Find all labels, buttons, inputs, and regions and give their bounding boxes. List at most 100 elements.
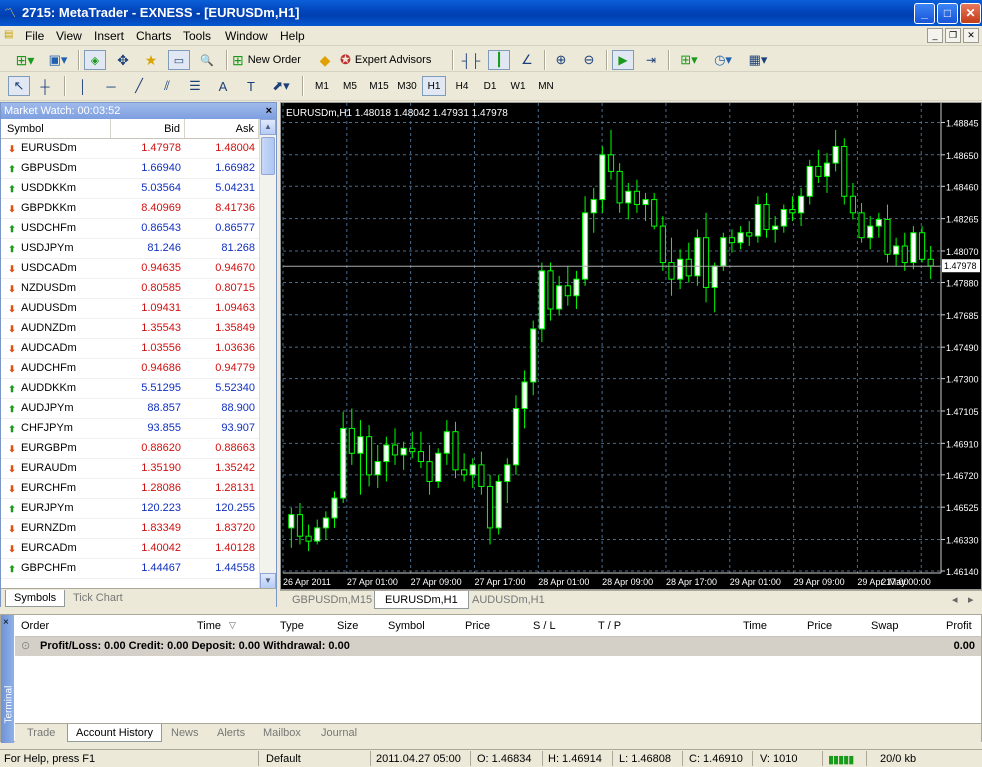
close-icon[interactable]: × xyxy=(266,103,272,119)
scroll-down-icon[interactable]: ▼ xyxy=(260,573,276,589)
menu-help[interactable]: Help xyxy=(280,29,305,43)
market-watch-row[interactable]: ⬆ USDJPYm 81.246 81.268 xyxy=(1,239,259,259)
market-watch-row[interactable]: ⬆ CHFJPYm 93.855 93.907 xyxy=(1,419,259,439)
col-time[interactable]: Time xyxy=(197,620,221,632)
menu-window[interactable]: Window xyxy=(225,29,268,43)
navigator-icon[interactable]: ✥ xyxy=(112,50,134,70)
col-tp[interactable]: T / P xyxy=(598,620,621,632)
chart-tab-gbpusdm-m15[interactable]: GBPUSDm,M15 xyxy=(282,591,382,609)
menu-view[interactable]: View xyxy=(56,29,82,43)
menu-charts[interactable]: Charts xyxy=(136,29,171,43)
scroll-up-icon[interactable]: ▲ xyxy=(260,119,276,135)
market-watch-row[interactable]: ⬇ EURGBPm 0.88620 0.88663 xyxy=(1,439,259,459)
crosshair-icon[interactable]: ┼ xyxy=(34,76,56,96)
tf-w1[interactable]: W1 xyxy=(506,76,530,96)
market-watch-row[interactable]: ⬆ USDCHFm 0.86543 0.86577 xyxy=(1,219,259,239)
col-order[interactable]: Order xyxy=(21,620,49,632)
zoom-out-icon[interactable]: ⊖ xyxy=(578,50,600,70)
tf-m5[interactable]: M5 xyxy=(338,76,362,96)
market-watch-row[interactable]: ⬇ GBPDKKm 8.40969 8.41736 xyxy=(1,199,259,219)
column-header-ask[interactable]: Ask xyxy=(185,119,259,138)
column-header-bid[interactable]: Bid xyxy=(111,119,185,138)
market-watch-row[interactable]: ⬆ AUDJPYm 88.857 88.900 xyxy=(1,399,259,419)
chart-window-icon[interactable]: ▤ xyxy=(4,29,18,43)
mdi-close-button[interactable]: ✕ xyxy=(963,28,979,43)
tab-alerts[interactable]: Alerts xyxy=(209,724,253,742)
tf-d1[interactable]: D1 xyxy=(478,76,502,96)
tab-account-history[interactable]: Account History xyxy=(67,724,163,742)
templates-icon[interactable]: ▦▾ xyxy=(742,50,774,70)
market-watch-row[interactable]: ⬇ AUDCHFm 0.94686 0.94779 xyxy=(1,359,259,379)
minimize-button[interactable]: _ xyxy=(914,3,935,24)
tf-mn[interactable]: MN xyxy=(534,76,558,96)
bar-chart-icon[interactable]: ┤├ xyxy=(460,50,482,70)
maximize-button[interactable]: □ xyxy=(937,3,958,24)
terminal-close-icon[interactable]: × xyxy=(3,617,9,628)
market-watch-row[interactable]: ⬇ EURNZDm 1.83349 1.83720 xyxy=(1,519,259,539)
market-watch-row[interactable]: ⬇ EURCHFm 1.28086 1.28131 xyxy=(1,479,259,499)
market-watch-row[interactable]: ⬇ NZDUSDm 0.80585 0.80715 xyxy=(1,279,259,299)
data-window-icon[interactable]: ★ xyxy=(140,50,162,70)
market-watch-row[interactable]: ⬇ AUDCADm 1.03556 1.03636 xyxy=(1,339,259,359)
menu-insert[interactable]: Insert xyxy=(94,29,124,43)
candlestick-icon[interactable]: ┃ xyxy=(488,50,510,70)
col-price[interactable]: Price xyxy=(465,620,490,632)
fibonacci-icon[interactable]: ☰ xyxy=(184,76,206,96)
autoscroll-icon[interactable]: ▶ xyxy=(612,50,634,70)
tf-m15[interactable]: M15 xyxy=(366,76,392,96)
market-watch-row[interactable]: ⬇ EURUSDm 1.47978 1.48004 xyxy=(1,139,259,159)
tab-news[interactable]: News xyxy=(163,724,207,742)
tab-scroll-left-icon[interactable]: ◂ xyxy=(952,593,958,606)
periods-icon[interactable]: ◷▾ xyxy=(708,50,738,70)
meta-editor-icon[interactable]: ◆ xyxy=(314,50,336,70)
col-symbol[interactable]: Symbol xyxy=(388,620,425,632)
terminal-icon[interactable]: ▭ xyxy=(168,50,190,70)
market-watch-icon[interactable]: ◈ xyxy=(84,50,106,70)
text-tool-icon[interactable]: A xyxy=(212,76,234,96)
tf-m30[interactable]: M30 xyxy=(394,76,420,96)
col-close-time[interactable]: Time xyxy=(743,620,767,632)
col-sl[interactable]: S / L xyxy=(533,620,556,632)
market-watch-row[interactable]: ⬆ USDDKKm 5.03564 5.04231 xyxy=(1,179,259,199)
col-size[interactable]: Size xyxy=(337,620,358,632)
cursor-icon[interactable]: ↖ xyxy=(8,76,30,96)
market-watch-row[interactable]: ⬆ GBPCHFm 1.44467 1.44558 xyxy=(1,559,259,579)
col-swap[interactable]: Swap xyxy=(871,620,899,632)
sort-icon[interactable]: ▽ xyxy=(229,620,236,631)
vertical-line-icon[interactable]: │ xyxy=(72,76,94,96)
indicators-icon[interactable]: ⊞▾ xyxy=(674,50,704,70)
candlestick-chart[interactable]: 1.48845 1.48650 1.48460 1.48265 1.48070 1.478… xyxy=(281,103,981,589)
menu-file[interactable]: File xyxy=(25,29,44,43)
arrows-tool-icon[interactable]: ⬈▾ xyxy=(266,76,296,96)
expert-advisors-button[interactable]: ✪ Expert Advisors xyxy=(340,50,446,70)
tab-tick-chart[interactable]: Tick Chart xyxy=(65,590,131,607)
market-watch-row[interactable]: ⬇ AUDUSDm 1.09431 1.09463 xyxy=(1,299,259,319)
tab-scroll-right-icon[interactable]: ▸ xyxy=(968,593,974,606)
tf-h4[interactable]: H4 xyxy=(450,76,474,96)
chart-shift-icon[interactable]: ⇥ xyxy=(640,50,662,70)
column-header-symbol[interactable]: Symbol xyxy=(1,119,111,138)
strategy-tester-icon[interactable]: 🔍 xyxy=(196,50,218,70)
mdi-restore-button[interactable]: ❐ xyxy=(945,28,961,43)
profiles-icon[interactable]: ▣▾ xyxy=(44,50,72,70)
col-close-price[interactable]: Price xyxy=(807,620,832,632)
chart-window[interactable]: 1.48845 1.48650 1.48460 1.48265 1.48070 1.478… xyxy=(280,102,982,590)
market-watch-row[interactable]: ⬇ EURCADm 1.40042 1.40128 xyxy=(1,539,259,559)
tab-symbols[interactable]: Symbols xyxy=(5,590,66,607)
zoom-in-icon[interactable]: ⊕ xyxy=(550,50,572,70)
col-type[interactable]: Type xyxy=(280,620,304,632)
tf-h1[interactable]: H1 xyxy=(422,76,446,96)
market-watch-scrollbar[interactable]: ▲ ▼ xyxy=(259,119,276,589)
tf-m1[interactable]: M1 xyxy=(310,76,334,96)
close-button[interactable]: ✕ xyxy=(960,3,981,24)
mdi-minimize-button[interactable]: _ xyxy=(927,28,943,43)
horizontal-line-icon[interactable]: ─ xyxy=(100,76,122,96)
chart-tab-audusdm-h1[interactable]: AUDUSDm,H1 xyxy=(462,591,555,609)
new-chart-icon[interactable]: ⊞▾ xyxy=(8,50,42,70)
market-watch-row[interactable]: ⬆ EURJPYm 120.223 120.255 xyxy=(1,499,259,519)
menu-tools[interactable]: Tools xyxy=(183,29,211,43)
label-tool-icon[interactable]: T xyxy=(240,76,262,96)
line-chart-icon[interactable]: ∠ xyxy=(516,50,538,70)
tab-trade[interactable]: Trade xyxy=(19,724,63,742)
channel-icon[interactable]: ⫽ xyxy=(156,76,178,96)
